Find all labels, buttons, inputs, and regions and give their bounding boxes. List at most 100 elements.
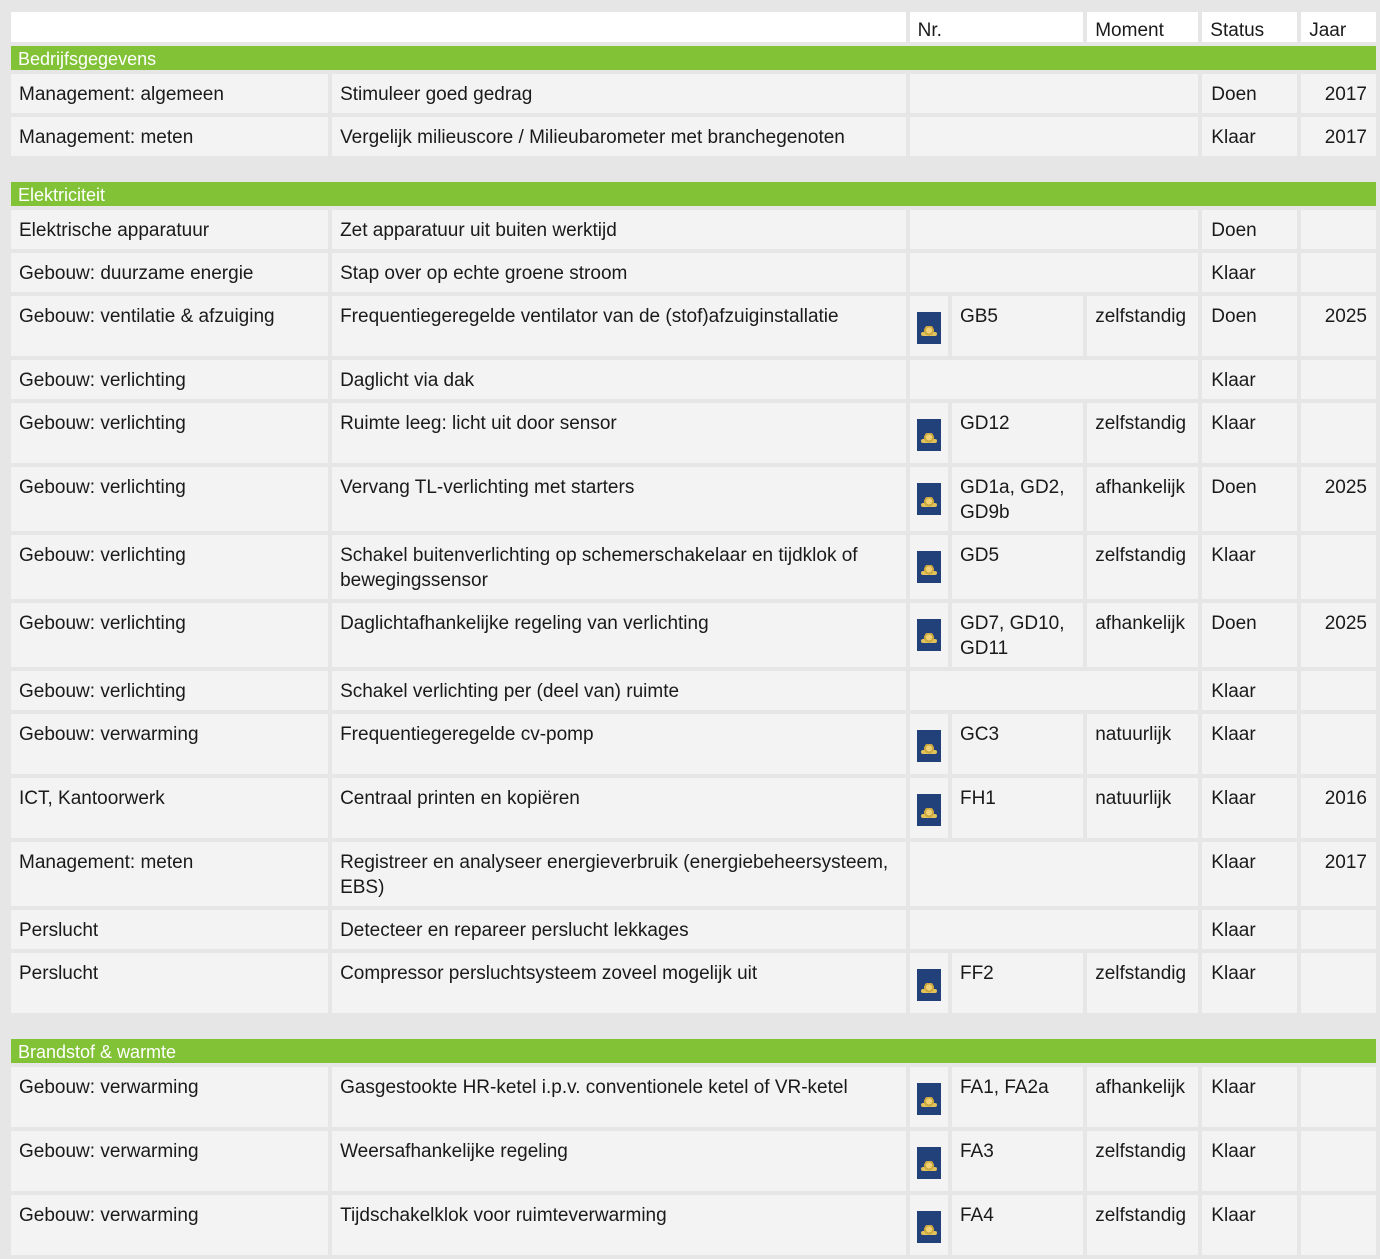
status-cell: Klaar <box>1202 778 1298 838</box>
section-spacer <box>11 160 1376 178</box>
year-cell <box>1301 253 1376 292</box>
status-cell: Klaar <box>1202 403 1298 463</box>
category-cell: Gebouw: verwarming <box>11 1131 329 1191</box>
status-cell: Doen <box>1202 74 1298 113</box>
category-cell: Perslucht <box>11 910 329 949</box>
measure-cell: Frequentiegeregelde ventilator van de (s… <box>332 296 906 356</box>
rijksoverheid-logo-icon <box>916 730 941 762</box>
table-row: Gebouw: verlichting Ruimte leeg: licht ui… <box>11 403 1376 463</box>
status-cell: Klaar <box>1202 1067 1298 1127</box>
year-cell <box>1301 360 1376 399</box>
empty-info-cell <box>909 360 1199 399</box>
empty-info-cell <box>909 671 1199 710</box>
category-cell: Gebouw: duurzame energie <box>11 253 329 292</box>
logo-cell <box>909 1131 948 1191</box>
status-cell: Klaar <box>1202 842 1298 906</box>
category-cell: Gebouw: verwarming <box>11 1195 329 1255</box>
section-header: Brandstof & warmte <box>11 1039 1376 1063</box>
year-cell <box>1301 210 1376 249</box>
measure-cell: Stimuleer goed gedrag <box>332 74 906 113</box>
category-cell: Gebouw: verlichting <box>11 603 329 667</box>
table-row: Elektrische apparatuur Zet apparatuur uit… <box>11 210 1376 249</box>
logo-cell <box>909 467 948 531</box>
measure-cell: Daglicht via dak <box>332 360 906 399</box>
section-header: Elektriciteit <box>11 182 1376 206</box>
category-cell: Perslucht <box>11 953 329 1013</box>
measure-cell: Compressor persluchtsysteem zoveel mogel… <box>332 953 906 1013</box>
rijksoverheid-logo-icon <box>916 419 941 451</box>
category-cell: Gebouw: verwarming <box>11 714 329 774</box>
table-row: Perslucht Compressor persluchtsysteem zov… <box>11 953 1376 1013</box>
moment-cell: zelfstandig <box>1087 953 1199 1013</box>
rijksoverheid-logo-icon <box>916 1147 941 1179</box>
measures-table: Nr. Moment Status Jaar Bedrijfsgegevens M… <box>7 8 1380 1259</box>
empty-info-cell <box>909 210 1199 249</box>
measure-cell: Schakel verlichting per (deel van) ruimt… <box>332 671 906 710</box>
measure-cell: Daglichtafhankelijke regeling van verlic… <box>332 603 906 667</box>
table-row: Gebouw: ventilatie & afzuiging Frequentie… <box>11 296 1376 356</box>
year-cell <box>1301 1131 1376 1191</box>
year-cell: 2017 <box>1301 117 1376 156</box>
nr-cell: GD12 <box>951 403 1084 463</box>
measure-cell: Zet apparatuur uit buiten werktijd <box>332 210 906 249</box>
nr-cell: GC3 <box>951 714 1084 774</box>
measure-cell: Registreer en analyseer energieverbruik … <box>332 842 906 906</box>
category-cell: Gebouw: verlichting <box>11 671 329 710</box>
category-cell: Gebouw: ventilatie & afzuiging <box>11 296 329 356</box>
year-cell <box>1301 1195 1376 1255</box>
status-cell: Doen <box>1202 467 1298 531</box>
year-cell: 2025 <box>1301 467 1376 531</box>
nr-cell: FH1 <box>951 778 1084 838</box>
empty-info-cell <box>909 253 1199 292</box>
year-cell: 2017 <box>1301 842 1376 906</box>
moment-cell: afhankelijk <box>1087 467 1199 531</box>
moment-cell: afhankelijk <box>1087 603 1199 667</box>
table-row: Gebouw: duurzame energie Stap over op ech… <box>11 253 1376 292</box>
category-cell: Management: meten <box>11 842 329 906</box>
nr-cell: GD7, GD10, GD11 <box>951 603 1084 667</box>
section-title: Elektriciteit <box>11 182 1376 206</box>
status-cell: Doen <box>1202 603 1298 667</box>
moment-cell: zelfstandig <box>1087 535 1199 599</box>
status-cell: Klaar <box>1202 1131 1298 1191</box>
status-cell: Klaar <box>1202 714 1298 774</box>
rijksoverheid-logo-icon <box>916 794 941 826</box>
rijksoverheid-logo-icon <box>916 1083 941 1115</box>
header-nr: Nr. <box>909 12 1084 42</box>
logo-cell <box>909 1067 948 1127</box>
moment-cell: natuurlijk <box>1087 714 1199 774</box>
category-cell: Gebouw: verwarming <box>11 1067 329 1127</box>
table-row: Gebouw: verlichting Daglichtafhankelijke … <box>11 603 1376 667</box>
year-cell <box>1301 403 1376 463</box>
section-spacer <box>11 1017 1376 1035</box>
rijksoverheid-logo-icon <box>916 969 941 1001</box>
logo-cell <box>909 714 948 774</box>
category-cell: Gebouw: verlichting <box>11 467 329 531</box>
empty-info-cell <box>909 842 1199 906</box>
category-cell: Gebouw: verlichting <box>11 535 329 599</box>
header-status: Status <box>1202 12 1298 42</box>
table-row: ICT, Kantoorwerk Centraal printen en kopi… <box>11 778 1376 838</box>
status-cell: Klaar <box>1202 360 1298 399</box>
year-cell <box>1301 1067 1376 1127</box>
table-row: Gebouw: verwarming Tijdschakelklok voor r… <box>11 1195 1376 1255</box>
measure-cell: Gasgestookte HR-ketel i.p.v. conventione… <box>332 1067 906 1127</box>
nr-cell: FA3 <box>951 1131 1084 1191</box>
rijksoverheid-logo-icon <box>916 551 941 583</box>
rijksoverheid-logo-icon <box>916 483 941 515</box>
measure-cell: Ruimte leeg: licht uit door sensor <box>332 403 906 463</box>
header-blank <box>11 12 906 42</box>
nr-cell: FF2 <box>951 953 1084 1013</box>
year-cell: 2016 <box>1301 778 1376 838</box>
year-cell <box>1301 953 1376 1013</box>
logo-cell <box>909 296 948 356</box>
moment-cell: natuurlijk <box>1087 778 1199 838</box>
logo-cell <box>909 1195 948 1255</box>
table-row: Perslucht Detecteer en repareer perslucht… <box>11 910 1376 949</box>
logo-cell <box>909 403 948 463</box>
moment-cell: zelfstandig <box>1087 403 1199 463</box>
logo-cell <box>909 953 948 1013</box>
moment-cell: zelfstandig <box>1087 296 1199 356</box>
table-row: Gebouw: verwarming Gasgestookte HR-ketel … <box>11 1067 1376 1127</box>
nr-cell: FA4 <box>951 1195 1084 1255</box>
